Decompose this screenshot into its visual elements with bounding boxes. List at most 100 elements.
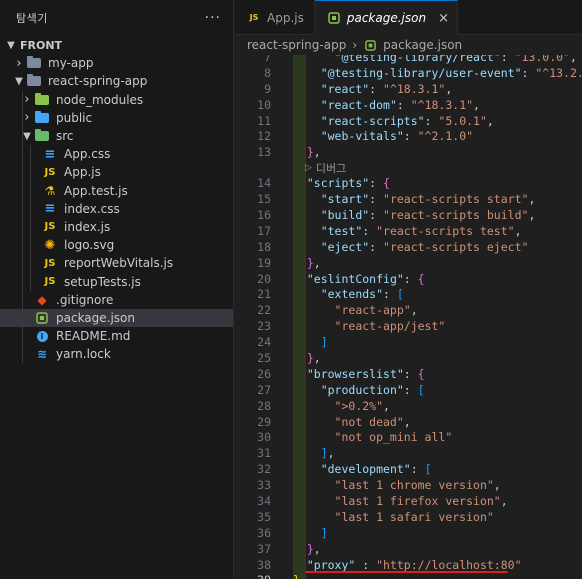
tree-item-label: my-app xyxy=(48,56,94,71)
code-line: 7 "@testing-library/react": "13.0.0", xyxy=(235,55,582,65)
file-item[interactable]: ≋ yarn.lock xyxy=(0,345,233,364)
folder-icon xyxy=(26,74,42,88)
code-text: }, xyxy=(293,542,321,556)
breadcrumb-file[interactable]: package.json xyxy=(383,38,462,52)
code-token: ] xyxy=(320,525,328,540)
chevron-down-icon: ▼ xyxy=(7,39,15,51)
file-item[interactable]: ≡ App.css xyxy=(0,145,233,164)
line-number: 8 xyxy=(264,65,271,80)
play-icon: ▷ xyxy=(305,162,312,173)
code-token: } xyxy=(293,573,300,579)
line-number: 12 xyxy=(257,129,271,144)
line-number: 37 xyxy=(257,541,271,556)
code-line: 9 "react": "^18.3.1", xyxy=(235,81,582,97)
file-item[interactable]: ≡ index.css xyxy=(0,199,233,218)
folder-item[interactable]: ▼ react-spring-app xyxy=(0,72,233,90)
code-token: : xyxy=(521,65,536,80)
npm-icon xyxy=(363,39,377,51)
code-line: 18 "eject": "react-scripts eject" xyxy=(235,239,582,255)
code-text: "@testing-library/user-event": "^13.2.1"… xyxy=(293,66,582,80)
code-line: 8 "@testing-library/user-event": "^13.2.… xyxy=(235,65,582,81)
code-token: "react-scripts eject" xyxy=(383,239,529,254)
file-item[interactable]: package.json xyxy=(0,308,233,327)
code-token: } xyxy=(306,145,314,160)
line-number: 30 xyxy=(257,430,271,445)
tree-item-label: package.json xyxy=(56,310,136,325)
code-token: "react-dom" xyxy=(320,97,397,112)
more-actions-icon[interactable]: ··· xyxy=(205,10,221,26)
tab-app-js[interactable]: JS App.js xyxy=(235,0,315,35)
file-item[interactable]: ◆ .gitignore xyxy=(0,290,233,309)
js-icon: JS xyxy=(44,276,56,288)
code-editor[interactable]: 7 "@testing-library/react": "13.0.0", 8 "… xyxy=(235,55,582,579)
line-number: 24 xyxy=(257,335,271,350)
code-token: , xyxy=(493,478,501,493)
indent-guide xyxy=(30,217,31,237)
line-number: 15 xyxy=(257,192,271,207)
tab-label: package.json xyxy=(346,11,427,25)
file-item[interactable]: ✺ logo.svg xyxy=(0,236,233,255)
code-line: 19 }, xyxy=(235,255,582,271)
code-text: "eslintConfig": { xyxy=(293,272,425,286)
file-item[interactable]: ⚗ App.test.js xyxy=(0,181,233,200)
file-item[interactable]: JS setupTests.js xyxy=(0,272,233,291)
js-icon: JS xyxy=(44,166,56,178)
code-line: 39} xyxy=(235,573,582,579)
folder-item[interactable]: ▼ src xyxy=(0,126,233,146)
code-token: [ xyxy=(396,287,404,302)
close-icon[interactable]: × xyxy=(438,11,449,26)
tree-item-label: index.css xyxy=(64,201,120,216)
indent-guide xyxy=(30,236,31,255)
code-token: ">0.2%" xyxy=(334,398,384,413)
line-number: 29 xyxy=(257,414,271,429)
svg-icon: ✺ xyxy=(44,237,56,253)
breadcrumb-folder[interactable]: react-spring-app xyxy=(247,38,346,52)
code-token: : xyxy=(410,462,425,477)
code-text: }, xyxy=(293,351,321,365)
line-number: 38 xyxy=(257,557,271,572)
file-item[interactable]: JS index.js xyxy=(0,217,233,237)
code-token: "eslintConfig" xyxy=(306,271,404,286)
info-icon: i xyxy=(34,329,50,343)
tab-package-json[interactable]: package.json × xyxy=(314,0,458,35)
code-token: , xyxy=(514,223,522,238)
file-item[interactable]: i README.md xyxy=(0,327,233,346)
code-token: , xyxy=(313,350,321,365)
workspace-root[interactable]: ▼ FRONT xyxy=(0,36,233,54)
code-token: : xyxy=(396,97,411,112)
indent-guide xyxy=(22,308,23,327)
code-text: "development": [ xyxy=(293,462,432,476)
folder-item[interactable]: › node_modules xyxy=(0,90,233,109)
tree-item-label: App.css xyxy=(64,147,111,162)
file-item[interactable]: JS App.js xyxy=(0,163,233,182)
folder-item[interactable]: › my-app xyxy=(0,54,233,72)
tree-item-label: setupTests.js xyxy=(64,274,141,289)
code-text: "proxy" : "http://localhost:80" xyxy=(293,558,522,572)
code-token: "^18.3.1" xyxy=(383,81,446,96)
code-line: 20 "eslintConfig": { xyxy=(235,271,582,287)
indent-guide xyxy=(30,163,31,182)
code-text: "last 1 firefox version", xyxy=(293,494,508,508)
chevron-right-icon: › xyxy=(352,38,358,52)
file-tree: ▼ FRONT › my-app ▼ react-spring-app › node_mo… xyxy=(0,36,233,364)
line-number: 7 xyxy=(264,55,271,64)
css-icon: ≡ xyxy=(44,201,56,217)
code-token: "test" xyxy=(320,223,363,238)
code-text: "not op_mini all" xyxy=(293,430,453,444)
line-number: 20 xyxy=(257,271,271,286)
file-item[interactable]: JS reportWebVitals.js xyxy=(0,254,233,273)
indent-guide xyxy=(22,236,23,255)
folder-item[interactable]: › public xyxy=(0,108,233,127)
line-number: 16 xyxy=(257,207,271,222)
tab-label: App.js xyxy=(267,10,304,25)
code-text: }, xyxy=(293,145,321,159)
debug-codelens[interactable]: ▷ 디버그 xyxy=(235,160,582,175)
